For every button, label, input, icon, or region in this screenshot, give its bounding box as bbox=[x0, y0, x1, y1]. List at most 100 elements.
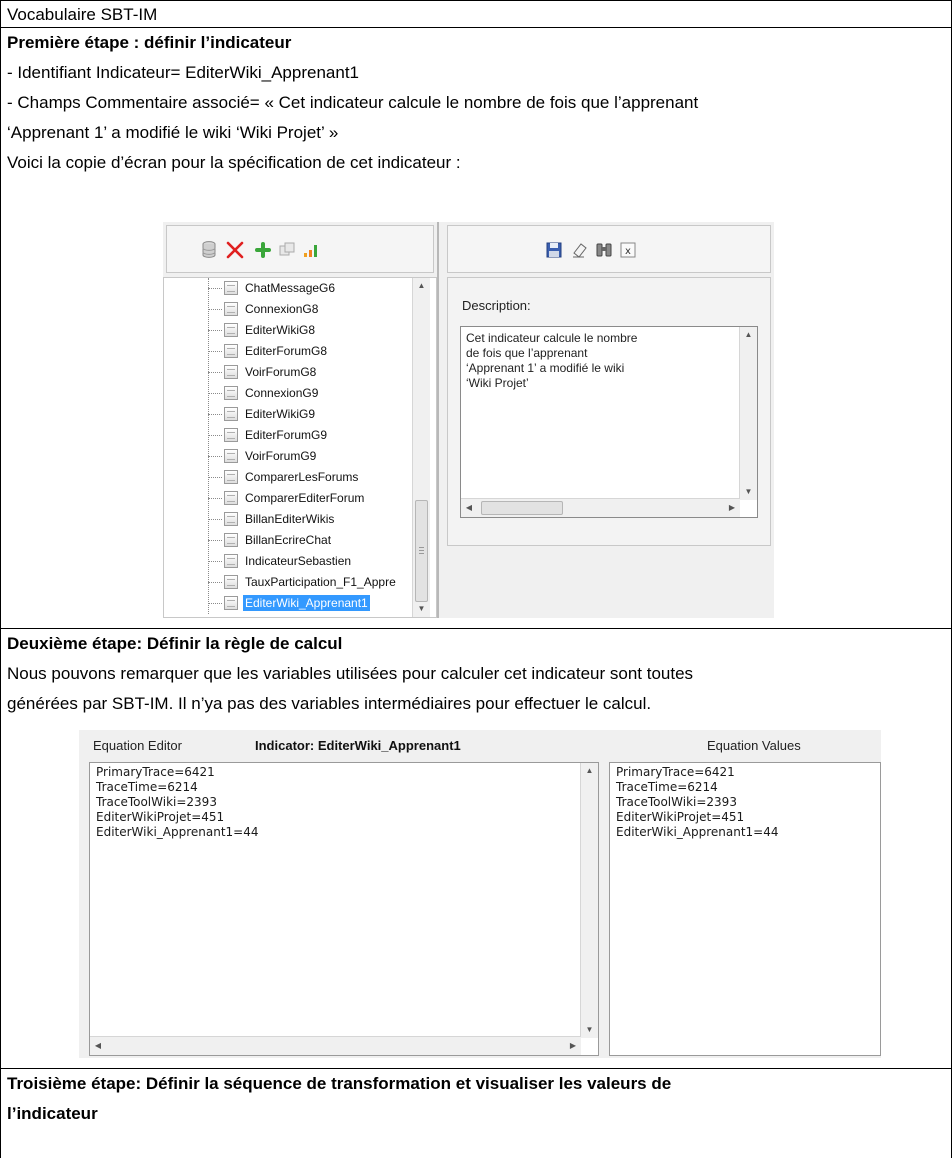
indicator-tree[interactable]: ChatMessageG6 ConnexionG8 EditerWikiG8 E… bbox=[163, 277, 437, 618]
scroll-left-arrow-icon[interactable]: ◀ bbox=[90, 1037, 106, 1055]
tree-item-label: TauxParticipation_F1_Appre bbox=[245, 575, 396, 589]
tree-item[interactable]: EditerForumG8 bbox=[208, 341, 413, 361]
scroll-left-arrow-icon[interactable]: ◀ bbox=[461, 499, 477, 517]
tree-item[interactable]: ChatMessageG6 bbox=[208, 278, 413, 298]
vocab-header-cell: Vocabulaire SBT-IM bbox=[0, 0, 952, 28]
database-icon[interactable] bbox=[199, 240, 219, 260]
tree-item-selected[interactable]: EditerWiki_Apprenant1 bbox=[208, 593, 413, 613]
indicator-spec-screenshot: x ChatMessageG6 ConnexionG8 EditerWikiG8… bbox=[163, 222, 774, 618]
tree-item[interactable]: ConnexionG8 bbox=[208, 299, 413, 319]
eraser-icon[interactable] bbox=[570, 240, 590, 260]
tree-item-label: BillanEditerWikis bbox=[245, 512, 335, 526]
step1-line: Voici la copie d’écran pour la spécifica… bbox=[7, 153, 461, 172]
tree-item[interactable]: VoirForumG8 bbox=[208, 362, 413, 382]
description-textarea[interactable]: Cet indicateur calcule le nombre de fois… bbox=[460, 326, 758, 518]
scroll-up-arrow-icon[interactable]: ▲ bbox=[413, 278, 430, 294]
description-toolbar: x bbox=[447, 225, 771, 273]
tree-toolbar bbox=[166, 225, 434, 273]
document-icon bbox=[224, 512, 238, 526]
tree-item-label: BillanEcrireChat bbox=[245, 533, 332, 547]
save-icon[interactable] bbox=[544, 240, 564, 260]
document-icon bbox=[224, 365, 238, 379]
tree-vertical-scrollbar[interactable]: ▲ ▼ bbox=[412, 278, 430, 617]
tree-item-label: EditerWiki_Apprenant1 bbox=[243, 595, 370, 611]
delete-icon[interactable] bbox=[225, 240, 245, 260]
tree-item-label: VoirForumG9 bbox=[245, 449, 317, 463]
equation-values-textarea[interactable]: PrimaryTrace=6421 TraceTime=6214 TraceTo… bbox=[609, 762, 881, 1056]
step3-heading: Troisième étape: Définir la séquence de … bbox=[7, 1074, 672, 1093]
tree-item[interactable]: ConnexionG9 bbox=[208, 383, 413, 403]
equation-values-label: Equation Values bbox=[707, 738, 801, 753]
tree-item-label: IndicateurSebastien bbox=[245, 554, 352, 568]
scroll-up-arrow-icon[interactable]: ▲ bbox=[740, 327, 757, 343]
equation-editor-text: PrimaryTrace=6421 TraceTime=6214 TraceTo… bbox=[96, 765, 259, 839]
tree-item-label: ConnexionG8 bbox=[245, 302, 319, 316]
document-icon bbox=[224, 533, 238, 547]
description-panel: Description: Cet indicateur calcule le n… bbox=[447, 277, 771, 546]
step1-line: ‘Apprenant 1’ a modifié le wiki ‘Wiki Pr… bbox=[7, 123, 339, 142]
svg-text:x: x bbox=[625, 246, 631, 257]
editor-horizontal-scrollbar[interactable]: ◀ ▶ bbox=[90, 1036, 581, 1055]
step3-heading: l’indicateur bbox=[7, 1104, 98, 1123]
scroll-down-arrow-icon[interactable]: ▼ bbox=[413, 601, 430, 617]
document-icon bbox=[224, 281, 238, 295]
copy-icon[interactable] bbox=[277, 240, 297, 260]
document-icon bbox=[224, 491, 238, 505]
tree-item-label: ChatMessageG6 bbox=[245, 281, 336, 295]
description-text: Cet indicateur calcule le nombre de fois… bbox=[466, 331, 638, 390]
scroll-right-arrow-icon[interactable]: ▶ bbox=[724, 499, 740, 517]
tree-item[interactable]: TauxParticipation_F1_Appre bbox=[208, 572, 413, 592]
tree-item[interactable]: EditerForumG9 bbox=[208, 425, 413, 445]
tree-item-label: EditerWikiG8 bbox=[245, 323, 316, 337]
document-icon bbox=[224, 302, 238, 316]
tree-item-label: EditerForumG9 bbox=[245, 428, 328, 442]
document-icon bbox=[224, 575, 238, 589]
step1-line: - Champs Commentaire associé= « Cet indi… bbox=[7, 93, 699, 112]
tree-item[interactable]: BillanEditerWikis bbox=[208, 509, 413, 529]
document-icon bbox=[224, 386, 238, 400]
step2-heading: Deuxième étape: Définir la règle de calc… bbox=[7, 634, 343, 653]
document-icon bbox=[224, 470, 238, 484]
tree-item-label: VoirForumG8 bbox=[245, 365, 317, 379]
scrollbar-thumb[interactable] bbox=[481, 501, 563, 515]
formula-icon[interactable]: x bbox=[618, 240, 638, 260]
document-icon bbox=[224, 323, 238, 337]
scroll-right-arrow-icon[interactable]: ▶ bbox=[565, 1037, 581, 1055]
tree-item[interactable]: EditerWikiG9 bbox=[208, 404, 413, 424]
step2-line: Nous pouvons remarquer que les variables… bbox=[7, 664, 694, 683]
tree-item-label: EditerForumG8 bbox=[245, 344, 328, 358]
document-page: Vocabulaire SBT-IM Première étape : défi… bbox=[0, 0, 952, 1158]
tree-item[interactable]: VoirForumG9 bbox=[208, 446, 413, 466]
equation-editor-screenshot: Equation Editor Indicator: EditerWiki_Ap… bbox=[79, 730, 881, 1058]
editor-vertical-scrollbar[interactable]: ▲ ▼ bbox=[580, 763, 598, 1038]
indicator-label: Indicator: EditerWiki_Apprenant1 bbox=[255, 738, 461, 753]
step2-line: générées par SBT-IM. Il n’ya pas des var… bbox=[7, 694, 652, 713]
step1-heading: Première étape : définir l’indicateur bbox=[7, 33, 292, 52]
tree-item-label: EditerWikiG9 bbox=[245, 407, 316, 421]
tree-item[interactable]: ComparerLesForums bbox=[208, 467, 413, 487]
tree-item[interactable]: BillanEcrireChat bbox=[208, 530, 413, 550]
scroll-down-arrow-icon[interactable]: ▼ bbox=[581, 1022, 598, 1038]
description-vertical-scrollbar[interactable]: ▲ ▼ bbox=[739, 327, 757, 500]
document-icon bbox=[224, 554, 238, 568]
equation-editor-label: Equation Editor bbox=[93, 738, 182, 753]
equation-values-text: PrimaryTrace=6421 TraceTime=6214 TraceTo… bbox=[616, 765, 779, 839]
tree-item-label: ConnexionG9 bbox=[245, 386, 319, 400]
add-icon[interactable] bbox=[253, 240, 273, 260]
step3-cell: Troisième étape: Définir la séquence de … bbox=[0, 1068, 952, 1158]
bar-chart-icon[interactable] bbox=[301, 240, 321, 260]
scrollbar-thumb[interactable] bbox=[415, 500, 428, 602]
document-icon bbox=[224, 596, 238, 610]
description-label: Description: bbox=[462, 298, 531, 313]
tree-item[interactable]: EditerWikiG8 bbox=[208, 320, 413, 340]
document-icon bbox=[224, 344, 238, 358]
pane-divider[interactable] bbox=[437, 222, 439, 618]
scroll-down-arrow-icon[interactable]: ▼ bbox=[740, 484, 757, 500]
document-icon bbox=[224, 407, 238, 421]
tree-item[interactable]: IndicateurSebastien bbox=[208, 551, 413, 571]
tree-item[interactable]: ComparerEditerForum bbox=[208, 488, 413, 508]
scroll-up-arrow-icon[interactable]: ▲ bbox=[581, 763, 598, 779]
equation-editor-textarea[interactable]: PrimaryTrace=6421 TraceTime=6214 TraceTo… bbox=[89, 762, 599, 1056]
binoculars-icon[interactable] bbox=[594, 240, 614, 260]
description-horizontal-scrollbar[interactable]: ◀ ▶ bbox=[461, 498, 740, 517]
